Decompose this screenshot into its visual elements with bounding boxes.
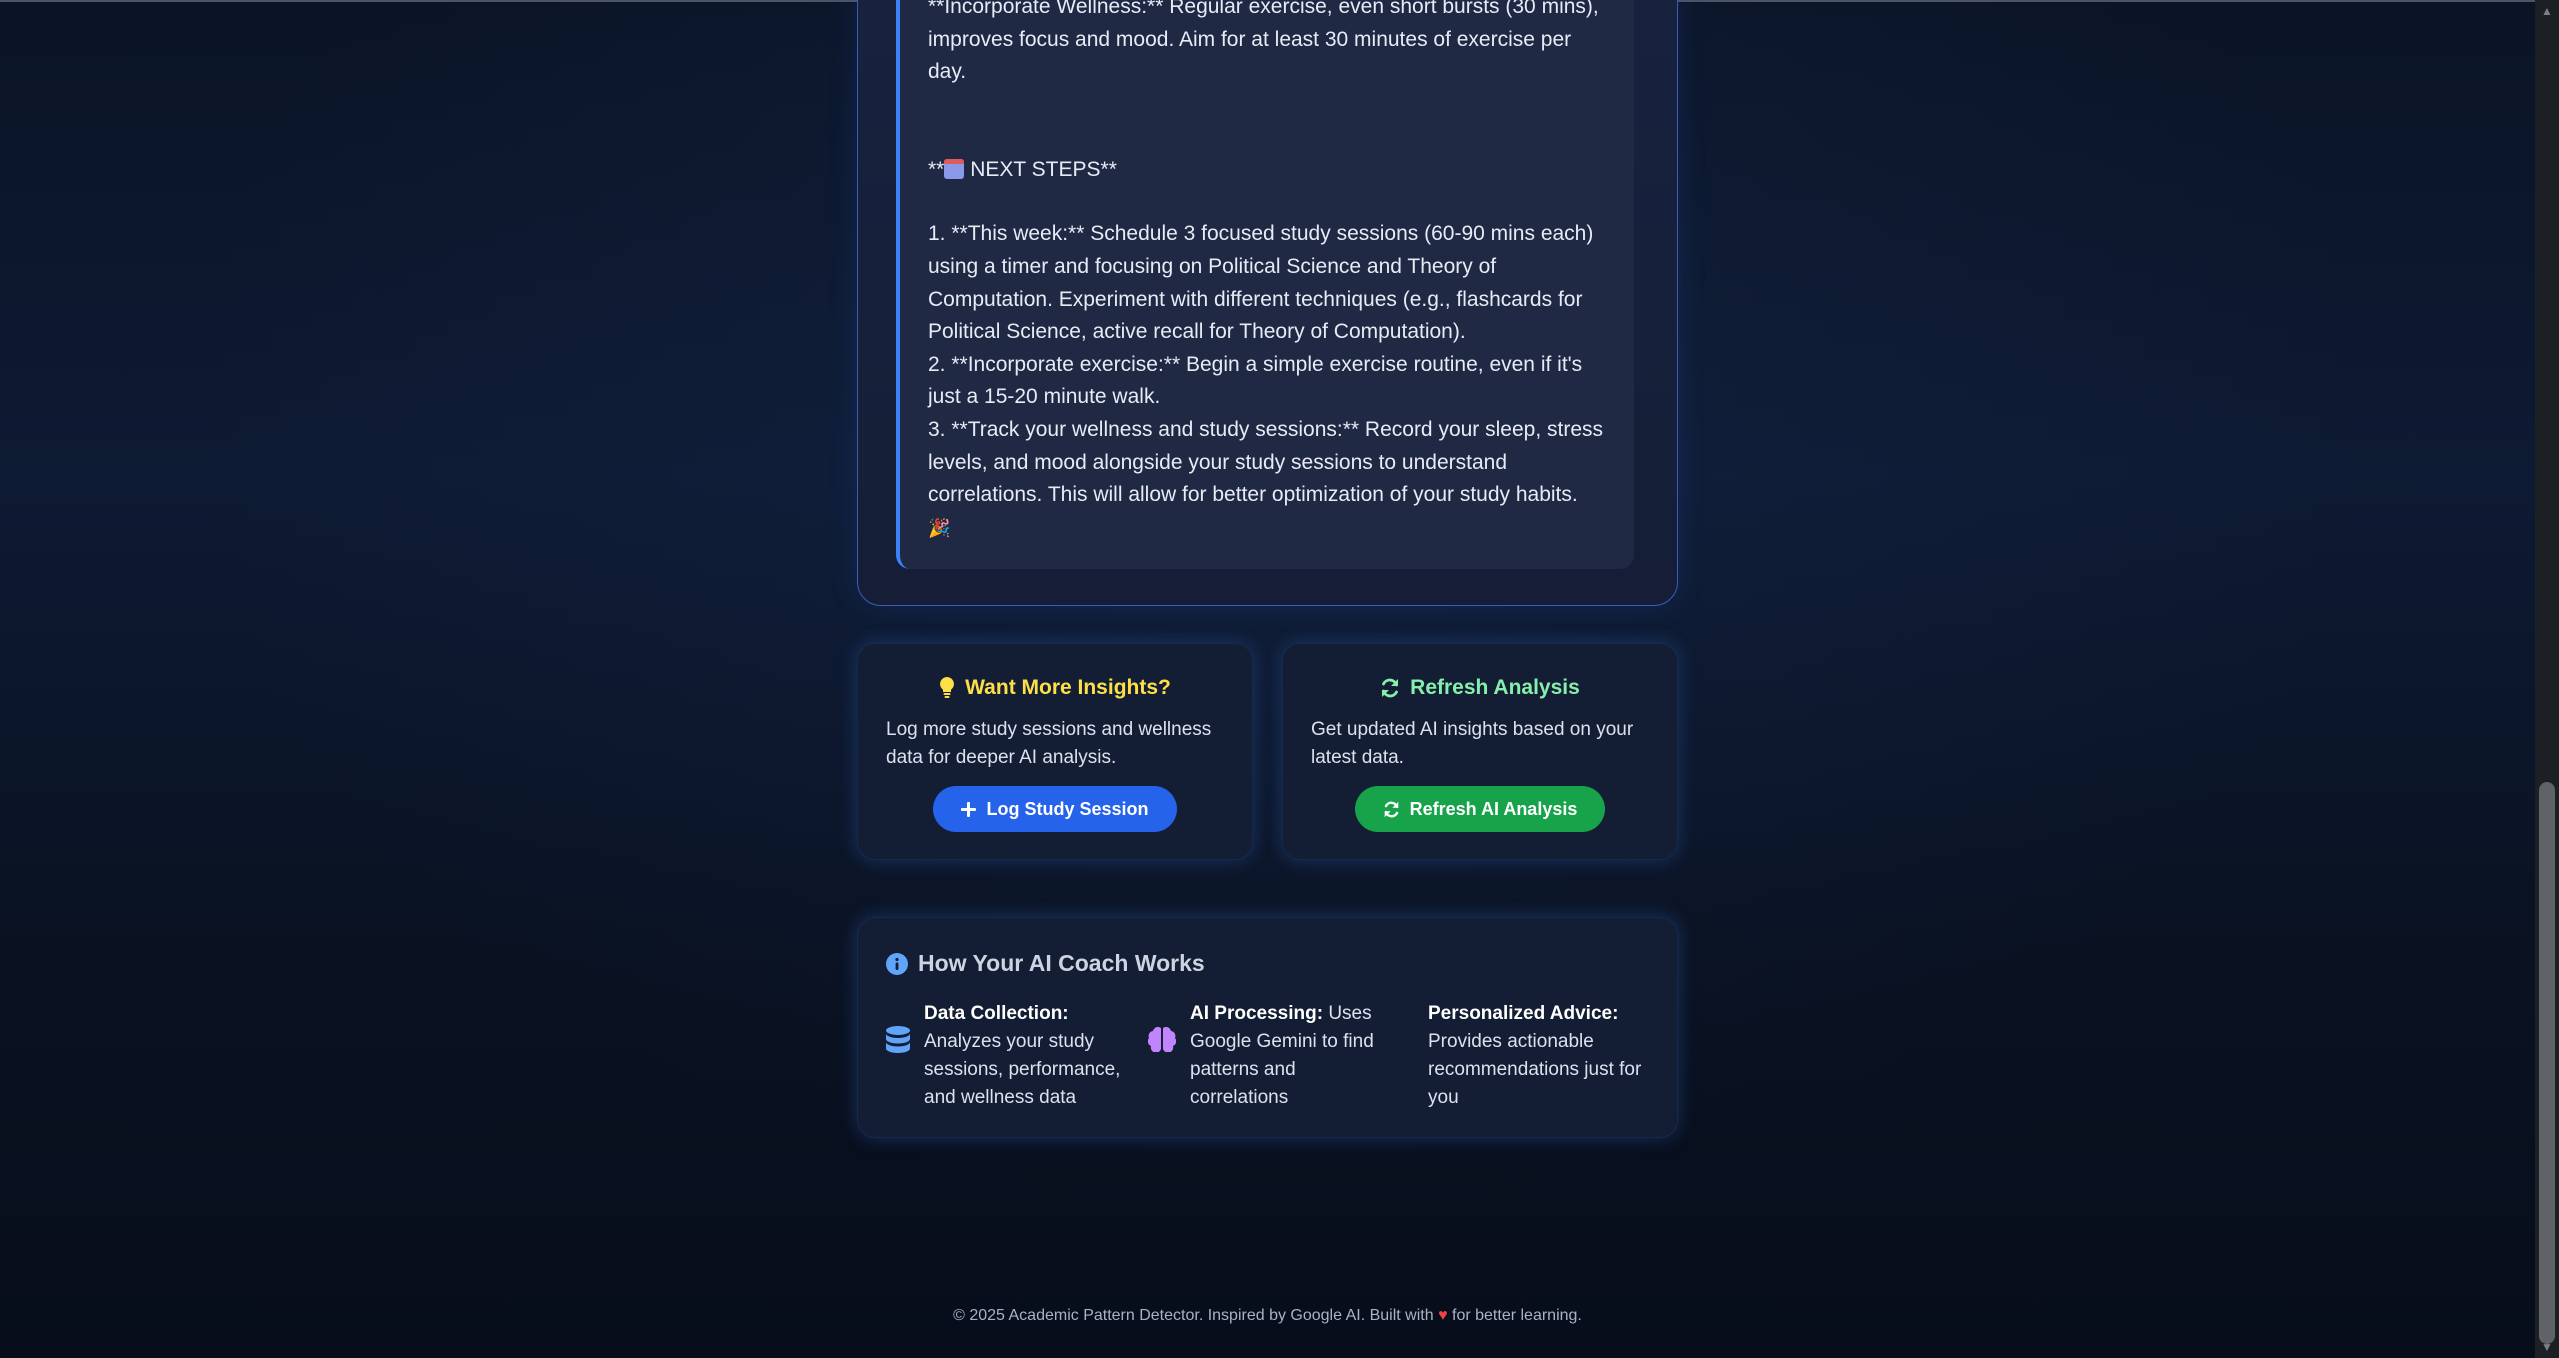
refresh-text: Get updated AI insights based on your la… [1311,719,1634,768]
log-study-session-label: Log Study Session [986,798,1149,819]
lightbulb-icon [940,677,955,698]
next-steps-heading: ** NEXT STEPS** [928,157,1117,181]
refresh-ai-analysis-button[interactable]: Refresh AI Analysis [1354,786,1606,832]
scroll-down-arrow-icon[interactable]: ▼ [2535,1336,2559,1358]
vertical-scrollbar[interactable]: ▲ ▼ [2535,0,2559,1358]
footer-text-before: © 2025 Academic Pattern Detector. Inspir… [953,1307,1434,1324]
ai-processing-label: AI Processing: [1190,1003,1324,1024]
log-study-session-button[interactable]: Log Study Session [933,786,1177,832]
next-step-1: 1. **This week:** Schedule 3 focused stu… [928,222,1594,344]
scrollbar-thumb[interactable] [2539,782,2555,1344]
data-collection-item: Data Collection: Analyzes your study ses… [886,1000,1126,1112]
info-icon [886,952,908,975]
next-step-2: 2. **Incorporate exercise:** Begin a sim… [928,352,1583,409]
calendar-icon [944,158,965,179]
refresh-button-icon [1384,801,1398,817]
refresh-analysis-card: Refresh Analysis Get updated AI insights… [1282,643,1678,860]
footer-text-after: for better learning. [1452,1307,1582,1324]
footer: © 2025 Academic Pattern Detector. Inspir… [0,1307,2535,1325]
insights-title: Want More Insights? [965,676,1171,699]
database-icon [886,1026,910,1053]
party-emoji: 🎉 [928,517,951,538]
insights-text: Log more study sessions and wellness dat… [886,719,1212,768]
personalized-advice-label: Personalized Advice: [1428,1003,1619,1024]
personalized-advice-item: Personalized Advice: Provides actionable… [1428,1000,1658,1112]
refresh-ai-analysis-label: Refresh AI Analysis [1409,798,1578,819]
personalized-advice-text: Provides actionable recommendations just… [1428,1031,1642,1108]
next-step-3: 3. **Track your wellness and study sessi… [928,417,1604,507]
how-ai-coach-works-card: How Your AI Coach Works Data Collection:… [857,917,1678,1138]
ai-analysis-card: **Incorporate Wellness:** Regular exerci… [857,0,1678,606]
want-more-insights-card: Want More Insights? Log more study sessi… [857,643,1253,860]
refresh-icon [1382,678,1399,698]
how-title: How Your AI Coach Works [918,950,1205,976]
heart-icon: ♥ [1438,1307,1448,1324]
data-collection-label: Data Collection: [924,1003,1069,1024]
brain-icon [1148,1026,1176,1052]
refresh-title: Refresh Analysis [1410,676,1580,699]
wellness-tip: **Incorporate Wellness:** Regular exerci… [928,0,1599,84]
data-collection-text: Analyzes your study sessions, performanc… [924,1031,1121,1108]
scroll-up-arrow-icon[interactable]: ▲ [2535,0,2559,22]
ai-processing-item: AI Processing: Uses Google Gemini to fin… [1148,1000,1388,1112]
plus-icon [961,801,977,817]
ai-response-text: **Incorporate Wellness:** Regular exerci… [896,0,1634,569]
